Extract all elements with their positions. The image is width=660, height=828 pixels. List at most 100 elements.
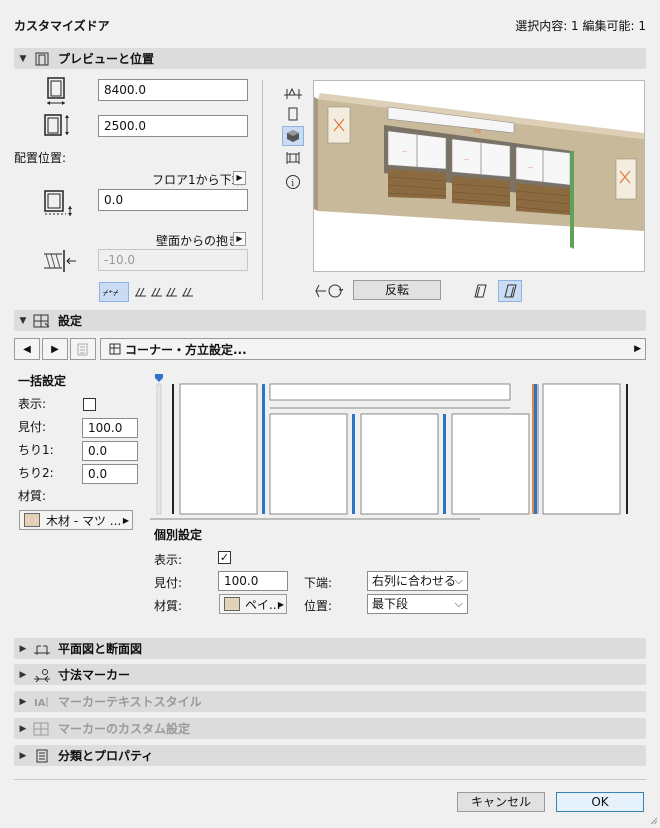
section-plan-section-header[interactable]: ▶ 平面図と断面図 [14, 638, 646, 659]
window-title: カスタマイズドア [14, 19, 110, 33]
sill-height-input[interactable]: 0.0 [98, 189, 248, 211]
individual-settings-title: 個別設定 [154, 528, 203, 542]
individual-position-label: 位置: [304, 599, 333, 613]
plan-view-icon[interactable] [282, 82, 304, 102]
selection-info: 選択内容: 1 編集可能: 1 [515, 19, 646, 33]
anchor-custom-icon[interactable] [177, 282, 199, 302]
classification-icon [32, 748, 52, 764]
individual-show-label: 表示: [154, 553, 183, 567]
bottom-divider [14, 779, 646, 780]
section-marker-text-style-label: マーカーテキストスタイル [58, 695, 202, 709]
section-marker-custom-label: マーカーのカスタム設定 [58, 722, 191, 736]
svg-text:—: — [464, 157, 469, 163]
paint-swatch [224, 597, 240, 611]
svg-text:⌿⁺⌿: ⌿⁺⌿ [103, 289, 119, 298]
door-frame-icon [32, 51, 52, 67]
ok-button[interactable]: OK [556, 792, 644, 812]
bulk-material-value: 木材 - マツ ... [46, 513, 122, 528]
door-open-left-icon[interactable] [469, 281, 491, 301]
collapse-arrow-icon: ▶ [19, 723, 27, 734]
individual-mitsuke-label: 見付: [154, 576, 183, 590]
rotate-mirror-icon[interactable] [313, 280, 349, 302]
expand-arrow-icon: ▼ [19, 53, 27, 64]
wall-reveal-icon [42, 248, 78, 274]
height-icon [42, 112, 72, 140]
individual-material-value: ペイ... [245, 597, 281, 612]
individual-material-label: 材質: [154, 599, 183, 613]
wall-reveal-dropdown-arrow[interactable]: ▶ [233, 232, 246, 246]
sill-height-icon [42, 188, 76, 218]
anchor-both-icon[interactable]: ⌿⁺⌿ [99, 282, 129, 302]
floor-reference-dropdown-arrow[interactable]: ▶ [233, 171, 246, 185]
bulk-chiri1-input[interactable]: 0.0 [82, 441, 138, 461]
wall-reveal-label: 壁面からの抱き [156, 234, 241, 248]
bulk-show-label: 表示: [18, 397, 47, 411]
chevron-down-icon: ⌵ [454, 574, 463, 587]
section-marker-custom-header[interactable]: ▶ マーカーのカスタム設定 [14, 718, 646, 739]
bulk-material-selector[interactable]: 木材 - マツ ... ▶ [19, 510, 133, 530]
plan-section-icon [32, 641, 52, 657]
material-arrow-icon: ▶ [122, 515, 129, 525]
resize-grip-icon[interactable] [648, 814, 658, 825]
section-view-icon[interactable] [282, 148, 304, 168]
individual-material-selector[interactable]: ペイ... ▶ [219, 594, 287, 614]
width-icon [42, 76, 70, 106]
next-arrow-icon: ▶ [51, 343, 59, 355]
cancel-button[interactable]: キャンセル [457, 792, 545, 812]
height-input[interactable]: 2500.0 [98, 115, 248, 137]
bulk-mitsuke-label: 見付: [18, 420, 47, 434]
page-selector-arrow-icon: ▶ [634, 344, 641, 354]
bulk-settings-title: 一括設定 [18, 374, 67, 388]
individual-bottom-label: 下端: [304, 576, 333, 590]
wall-reveal-input[interactable]: -10.0 [98, 249, 248, 271]
page-list-button[interactable] [70, 338, 96, 360]
section-classification-label: 分類とプロパティ [58, 749, 154, 763]
3d-view-icon[interactable] [282, 126, 304, 146]
3d-preview: RB — — — [313, 80, 645, 272]
width-input[interactable]: 8400.0 [98, 79, 248, 101]
bulk-chiri2-input[interactable]: 0.0 [82, 464, 138, 484]
bulk-show-checkbox[interactable] [83, 398, 96, 411]
elevation-view-icon[interactable] [282, 104, 304, 124]
door-open-right-icon[interactable] [498, 280, 522, 302]
next-page-button[interactable]: ▶ [42, 338, 68, 360]
prev-arrow-icon: ◀ [23, 343, 31, 355]
section-plan-section-label: 平面図と断面図 [58, 642, 143, 656]
individual-bottom-value: 右列に合わせる [372, 574, 457, 588]
section-preview-header[interactable]: ▼ プレビューと位置 [14, 48, 646, 69]
wood-swatch [24, 513, 40, 527]
section-dimension-marker-header[interactable]: ▶ 寸法マーカー [14, 664, 646, 685]
page-selector-label: コーナー・方立設定... [125, 342, 247, 357]
section-dimension-marker-label: 寸法マーカー [58, 668, 131, 682]
svg-text:—: — [528, 165, 533, 171]
bulk-material-label: 材質: [18, 489, 47, 503]
mirror-button[interactable]: 反転 [353, 280, 441, 300]
svg-text:—: — [402, 149, 407, 155]
info-icon[interactable]: i [282, 172, 304, 192]
individual-bottom-select[interactable]: 右列に合わせる ⌵ [367, 571, 468, 591]
individual-show-checkbox[interactable]: ✓ [218, 551, 231, 564]
settings-grid-icon [32, 313, 52, 329]
individual-position-select[interactable]: 最下段 ⌵ [367, 594, 468, 614]
individual-mitsuke-input[interactable]: 100.0 [218, 571, 288, 591]
corner-settings-icon [105, 342, 125, 356]
collapse-arrow-icon: ▶ [19, 643, 27, 654]
collapse-arrow-icon: ▶ [19, 696, 27, 707]
section-settings-label: 設定 [58, 314, 83, 328]
collapse-arrow-icon: ▶ [19, 750, 27, 761]
material-arrow-icon: ▶ [277, 599, 284, 609]
frame-diagram [150, 370, 646, 520]
section-marker-text-style-header[interactable]: ▶ IA マーカーテキストスタイル [14, 691, 646, 712]
bulk-mitsuke-input[interactable]: 100.0 [82, 418, 138, 438]
section-classification-header[interactable]: ▶ 分類とプロパティ [14, 745, 646, 766]
chevron-down-icon: ⌵ [454, 597, 463, 610]
placement-label: 配置位置: [14, 151, 67, 165]
collapse-arrow-icon: ▶ [19, 669, 27, 680]
page-selector[interactable]: コーナー・方立設定... ▶ [100, 338, 646, 360]
section-preview-label: プレビューと位置 [58, 52, 155, 66]
section-settings-header[interactable]: ▼ 設定 [14, 310, 646, 331]
individual-position-value: 最下段 [372, 597, 409, 611]
prev-page-button[interactable]: ◀ [14, 338, 40, 360]
bulk-chiri1-label: ちり1: [18, 443, 54, 457]
marker-text-style-icon: IA [32, 694, 52, 710]
